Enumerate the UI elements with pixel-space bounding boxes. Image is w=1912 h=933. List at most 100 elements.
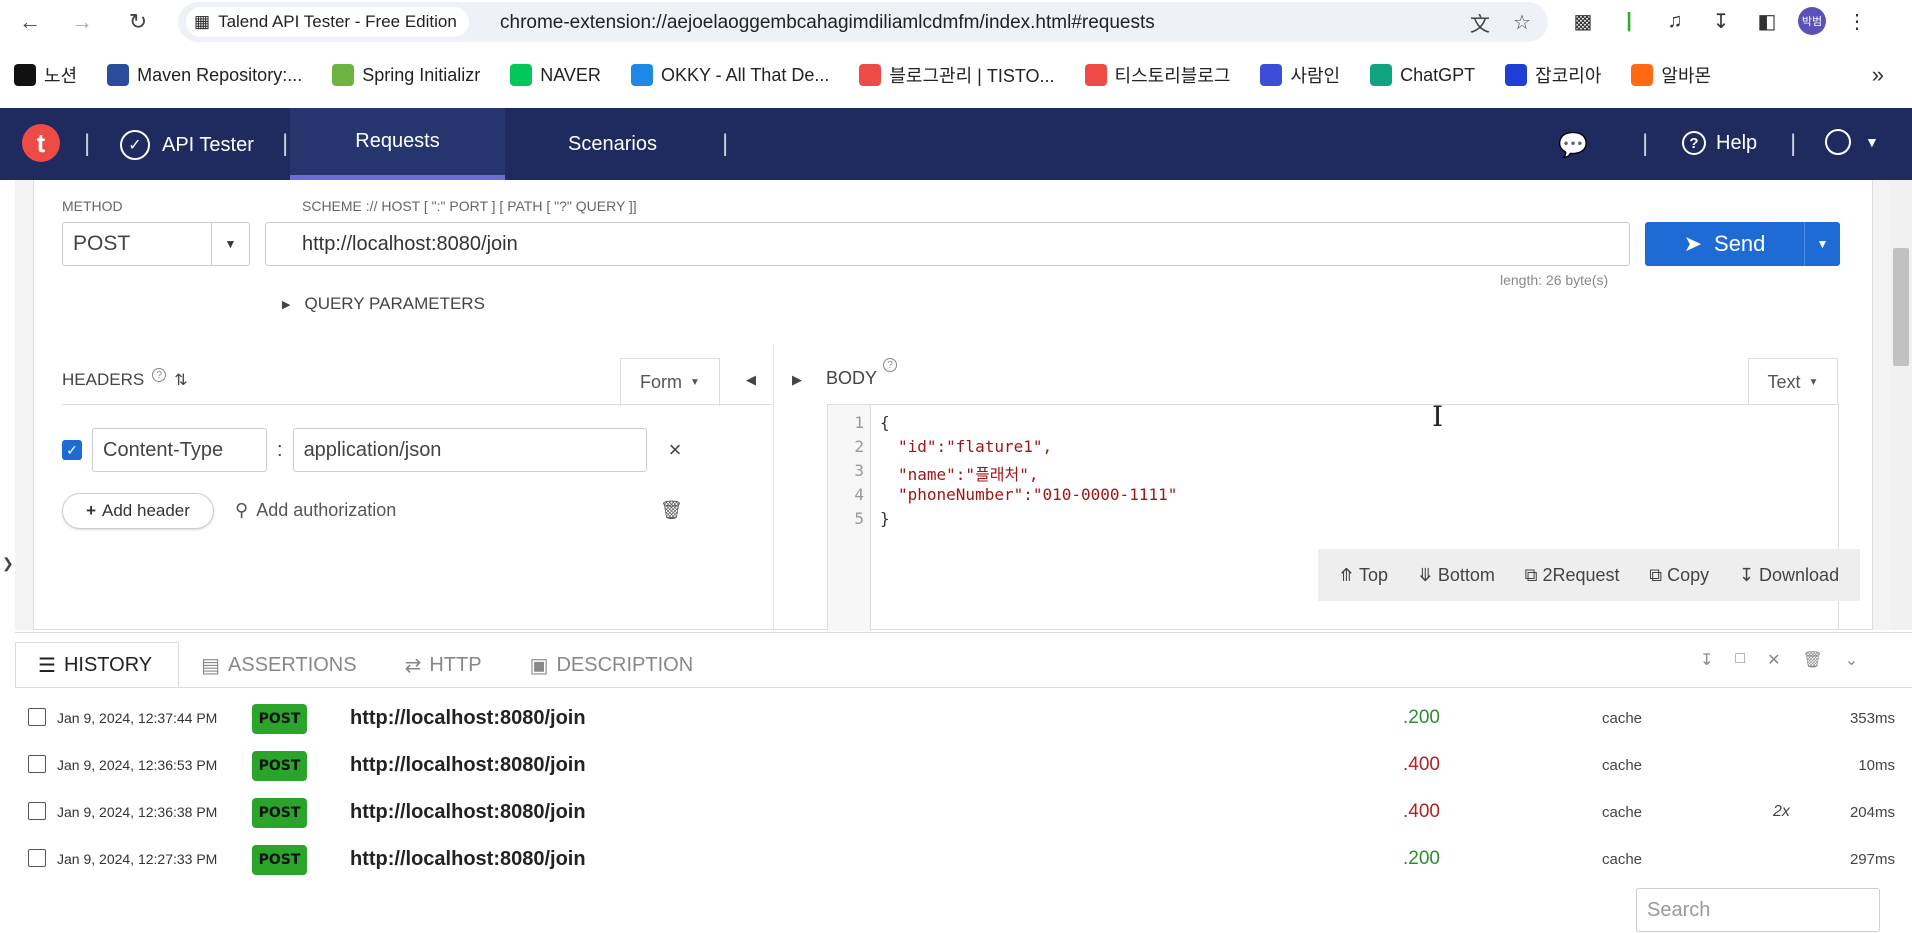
download-button[interactable]: ↧ Download bbox=[1739, 565, 1839, 586]
site-chip[interactable]: ▦ Talend API Tester - Free Edition bbox=[186, 7, 469, 37]
history-row-checkbox[interactable] bbox=[28, 802, 46, 820]
menu-icon[interactable]: ⋮ bbox=[1842, 6, 1872, 36]
body-mode-dropdown[interactable]: Text ▼ bbox=[1748, 358, 1838, 406]
omnibox[interactable]: ▦ Talend API Tester - Free Edition chrom… bbox=[178, 2, 1548, 42]
header-value-input[interactable]: application/json bbox=[292, 428, 647, 472]
add-header-button[interactable]: + Add header bbox=[62, 493, 214, 529]
maximize-icon[interactable]: □ bbox=[1735, 650, 1745, 670]
help-label: Help bbox=[1716, 131, 1758, 154]
user-icon bbox=[1825, 129, 1851, 155]
chevron-right-icon[interactable]: » bbox=[1872, 62, 1884, 88]
trash-icon[interactable]: 🗑 bbox=[660, 500, 683, 521]
download-icon[interactable]: ↧ bbox=[1706, 6, 1736, 36]
bookmark-item[interactable]: 알바몬 bbox=[1631, 62, 1711, 88]
bookmark-item[interactable]: 티스토리블로그 bbox=[1084, 62, 1230, 88]
tab-history[interactable]: ☰ HISTORY bbox=[15, 642, 180, 688]
forward-icon[interactable]: → bbox=[68, 8, 96, 36]
header-enabled-checkbox[interactable]: ✓ bbox=[62, 440, 82, 460]
sort-az-icon[interactable]: ⇅ bbox=[174, 370, 187, 390]
history-url[interactable]: http://localhost:8080/join bbox=[350, 848, 586, 871]
history-row[interactable]: Jan 9, 2024, 12:36:53 PM POST http://local… bbox=[15, 742, 1895, 789]
arrow-up-circle-icon: ⤊ bbox=[1338, 564, 1354, 585]
repeat-count: 2x bbox=[1773, 803, 1790, 820]
query-parameters-toggle[interactable]: ▶ QUERY PARAMETERS bbox=[282, 294, 485, 314]
add-authorization-link[interactable]: ⚲ Add authorization bbox=[235, 500, 396, 521]
download-icon[interactable]: ↧ bbox=[1700, 650, 1713, 670]
history-row-checkbox[interactable] bbox=[28, 708, 46, 726]
history-row-checkbox[interactable] bbox=[28, 849, 46, 867]
sidepanel-icon[interactable]: ◧ bbox=[1752, 6, 1782, 36]
bottom-button[interactable]: ⤋ Bottom bbox=[1418, 565, 1495, 586]
close-icon[interactable]: × bbox=[669, 437, 682, 463]
back-icon[interactable]: ← bbox=[16, 8, 44, 36]
url-input[interactable]: http://localhost:8080/join bbox=[265, 222, 1630, 266]
bookmark-item[interactable]: 노션 bbox=[14, 62, 77, 88]
help-icon[interactable]: ? bbox=[883, 358, 898, 372]
body-section-title: BODY ? bbox=[826, 358, 898, 389]
api-tester-link[interactable]: ✓ API Tester bbox=[120, 130, 254, 160]
media-icon[interactable]: ♫ bbox=[1660, 6, 1690, 36]
address-url[interactable]: chrome-extension://aejoelaoggembcahagimd… bbox=[500, 12, 1155, 34]
panel-divider[interactable] bbox=[773, 345, 774, 630]
bookmark-item[interactable]: ChatGPT bbox=[1370, 64, 1475, 86]
talend-logo[interactable]: t bbox=[22, 124, 60, 162]
history-url[interactable]: http://localhost:8080/join bbox=[350, 754, 586, 777]
tab-requests[interactable]: Requests bbox=[290, 108, 505, 180]
spring-icon bbox=[332, 64, 355, 86]
history-url[interactable]: http://localhost:8080/join bbox=[350, 801, 586, 824]
bookmark-item[interactable]: 잡코리아 bbox=[1505, 62, 1601, 88]
tab-assertions[interactable]: ▤ ASSERTIONS bbox=[179, 642, 382, 688]
send-options-dropdown[interactable]: ▼ bbox=[1804, 222, 1840, 266]
history-row[interactable]: Jan 9, 2024, 12:27:33 PM POST http://local… bbox=[15, 836, 1895, 883]
send-button[interactable]: ➤ Send ▼ bbox=[1645, 222, 1840, 266]
help-icon: ? bbox=[1682, 131, 1706, 155]
tab-title: Talend API Tester - Free Edition bbox=[218, 12, 457, 31]
headers-mode-dropdown[interactable]: Form ▼ bbox=[620, 358, 720, 406]
bookmark-item[interactable]: 블로그관리 | TISTO... bbox=[859, 62, 1055, 88]
header-name-input[interactable]: Content-Type bbox=[92, 428, 267, 472]
history-row-checkbox[interactable] bbox=[28, 755, 46, 773]
history-url[interactable]: http://localhost:8080/join bbox=[350, 707, 586, 730]
method-select[interactable]: POST ▼ bbox=[62, 222, 250, 266]
history-row[interactable]: Jan 9, 2024, 12:36:38 PM POST http://local… bbox=[15, 789, 1895, 836]
chat-icon[interactable]: 💬 bbox=[1558, 131, 1588, 160]
trash-icon[interactable]: 🗑 bbox=[1802, 650, 1822, 670]
collapse-right-icon[interactable]: ▶ bbox=[792, 372, 802, 388]
close-icon[interactable]: ✕ bbox=[1767, 650, 1780, 670]
bookmark-item[interactable]: OKKY - All That De... bbox=[630, 64, 829, 86]
history-search-input[interactable]: Search bbox=[1636, 888, 1880, 932]
headers-mode-label: Form bbox=[640, 372, 683, 392]
to-request-button[interactable]: ⧉ 2Request bbox=[1525, 565, 1620, 586]
colon-separator: : bbox=[277, 438, 283, 461]
status-code: .400 bbox=[1403, 754, 1440, 775]
user-menu[interactable]: ▼ bbox=[1825, 129, 1879, 155]
bookmark-item[interactable]: Maven Repository:... bbox=[107, 64, 302, 86]
help-link[interactable]: ? Help bbox=[1682, 131, 1757, 155]
bookmark-item[interactable]: NAVER bbox=[510, 64, 601, 86]
copy-button[interactable]: ⧉ Copy bbox=[1649, 565, 1709, 586]
translate-icon[interactable]: 文 bbox=[1466, 8, 1494, 36]
expand-sidebar-icon[interactable]: ❯ bbox=[2, 555, 14, 572]
history-row[interactable]: Jan 9, 2024, 12:37:44 PM POST http://local… bbox=[15, 695, 1895, 742]
chevron-down-icon[interactable]: ⌄ bbox=[1845, 650, 1858, 670]
headers-label: HEADERS bbox=[62, 370, 145, 389]
collapse-left-icon[interactable]: ◀ bbox=[746, 372, 756, 388]
tab-description[interactable]: ▣ DESCRIPTION bbox=[508, 642, 720, 688]
tab-http[interactable]: ⇄ HTTP bbox=[383, 642, 508, 688]
caret-down-icon[interactable]: ▼ bbox=[211, 223, 249, 265]
divider bbox=[62, 404, 772, 405]
response-time: 353ms bbox=[1849, 710, 1895, 727]
bookmark-label: 잡코리아 bbox=[1535, 66, 1602, 86]
bookmark-item[interactable]: Spring Initializr bbox=[332, 64, 480, 86]
reload-icon[interactable]: ↻ bbox=[124, 8, 152, 36]
extensions-icon[interactable]: ▩ bbox=[1568, 6, 1598, 36]
tab-scenarios[interactable]: Scenarios bbox=[505, 108, 720, 180]
bookmark-item[interactable]: 사람인 bbox=[1260, 62, 1340, 88]
top-button[interactable]: ⤊ Top bbox=[1339, 565, 1388, 586]
help-icon[interactable]: ? bbox=[152, 368, 167, 382]
star-icon[interactable]: ☆ bbox=[1508, 8, 1536, 36]
profile-avatar[interactable]: 박범 bbox=[1798, 7, 1826, 35]
scrollbar-thumb[interactable] bbox=[1893, 248, 1909, 366]
query-parameters-label: QUERY PARAMETERS bbox=[304, 294, 485, 313]
body-mode-label: Text bbox=[1767, 372, 1801, 392]
